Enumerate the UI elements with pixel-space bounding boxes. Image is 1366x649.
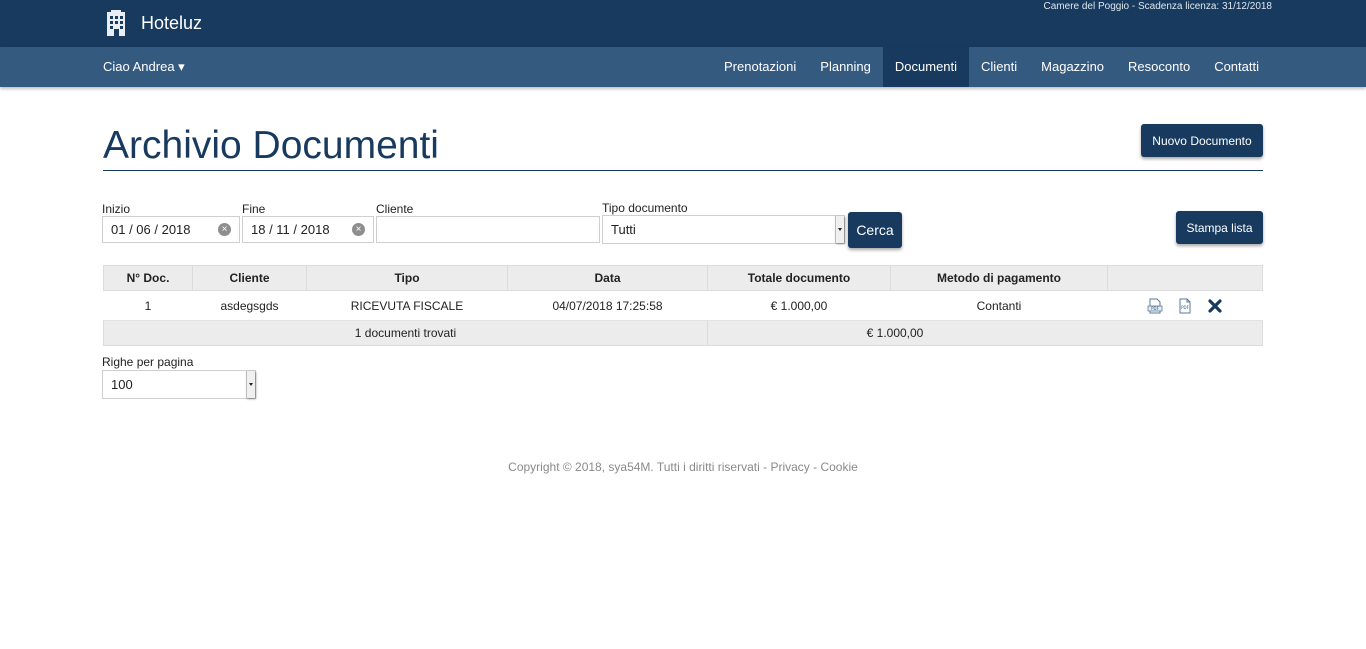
table-summary-row: 1 documenti trovati € 1.000,00 <box>103 320 1263 346</box>
nav-bar: Ciao Andrea ▾ Prenotazioni Planning Docu… <box>0 47 1366 87</box>
nav-item-contatti[interactable]: Contatti <box>1202 47 1271 87</box>
col-date[interactable]: Data <box>507 265 708 291</box>
nav-item-prenotazioni[interactable]: Prenotazioni <box>712 47 808 87</box>
nav-item-resoconto[interactable]: Resoconto <box>1116 47 1202 87</box>
print-list-button[interactable]: Stampa lista <box>1176 211 1263 244</box>
pdf-download-icon[interactable]: PDF <box>1177 298 1193 314</box>
doc-type-label: Tipo documento <box>602 201 688 215</box>
col-doc-number[interactable]: N° Doc. <box>103 265 193 291</box>
rows-per-page-select[interactable]: 100 <box>102 370 256 399</box>
footer-separator: - <box>809 460 821 474</box>
cell-doc-number: 1 <box>103 290 193 321</box>
footer-separator: - <box>759 460 771 474</box>
nav-item-clienti[interactable]: Clienti <box>969 47 1029 87</box>
cell-type: RICEVUTA FISCALE <box>306 290 508 321</box>
cell-client: asdegsgds <box>192 290 307 321</box>
start-date-value: 01 / 06 / 2018 <box>111 222 191 237</box>
clear-end-date-icon[interactable]: × <box>352 223 365 236</box>
search-button[interactable]: Cerca <box>848 212 902 248</box>
cell-date: 04/07/2018 17:25:58 <box>507 290 708 321</box>
app-name: Hoteluz <box>141 12 203 33</box>
table-row[interactable]: 1 asdegsgds RICEVUTA FISCALE 04/07/2018 … <box>103 290 1263 321</box>
svg-text:PDF: PDF <box>1181 305 1189 310</box>
page-title: Archivio Documenti <box>103 124 439 167</box>
end-date-input[interactable]: 18 / 11 / 2018 × <box>242 216 374 243</box>
cookie-link[interactable]: Cookie <box>820 460 857 474</box>
nav-item-planning[interactable]: Planning <box>808 47 883 87</box>
delete-icon[interactable] <box>1207 298 1223 314</box>
doc-type-select[interactable]: Tutti <box>602 215 845 244</box>
col-type[interactable]: Tipo <box>306 265 508 291</box>
nav-items: Prenotazioni Planning Documenti Clienti … <box>712 47 1271 87</box>
svg-text:PDF: PDF <box>1151 306 1159 311</box>
chevron-down-icon <box>246 371 255 398</box>
rows-per-page-value: 100 <box>111 377 133 392</box>
cell-actions: PDF PDF <box>1107 290 1263 321</box>
documents-total-sum: € 1.000,00 <box>707 320 1263 346</box>
col-actions <box>1107 265 1263 291</box>
copyright-text: Copyright © 2018, sya54M. Tutti i diritt… <box>508 460 760 474</box>
client-label: Cliente <box>376 202 414 216</box>
table-header-row: N° Doc. Cliente Tipo Data Totale documen… <box>103 265 1263 291</box>
brand[interactable]: Hoteluz <box>105 10 202 36</box>
page-footer: Copyright © 2018, sya54M. Tutti i diritt… <box>0 460 1366 474</box>
start-date-input[interactable]: 01 / 06 / 2018 × <box>102 216 240 243</box>
documents-found-count: 1 documenti trovati <box>103 320 708 346</box>
title-divider <box>103 170 1263 171</box>
hotel-building-icon <box>107 10 125 36</box>
rows-per-page-label: Righe per pagina <box>102 355 194 369</box>
license-info: Camere del Poggio - Scadenza licenza: 31… <box>1043 1 1272 12</box>
col-client[interactable]: Cliente <box>192 265 307 291</box>
start-date-label: Inizio <box>102 202 131 216</box>
col-total[interactable]: Totale documento <box>707 265 891 291</box>
doc-type-value: Tutti <box>611 222 636 237</box>
privacy-link[interactable]: Privacy <box>770 460 809 474</box>
clear-start-date-icon[interactable]: × <box>218 223 231 236</box>
cell-total: € 1.000,00 <box>707 290 891 321</box>
col-payment[interactable]: Metodo di pagamento <box>890 265 1108 291</box>
new-document-button[interactable]: Nuovo Documento <box>1141 124 1263 157</box>
end-date-value: 18 / 11 / 2018 <box>251 222 330 237</box>
top-bar: Hoteluz Camere del Poggio - Scadenza lic… <box>0 0 1366 47</box>
documents-table: N° Doc. Cliente Tipo Data Totale documen… <box>103 265 1263 346</box>
nav-item-magazzino[interactable]: Magazzino <box>1029 47 1116 87</box>
client-input[interactable] <box>376 216 600 243</box>
end-date-label: Fine <box>242 202 266 216</box>
cell-payment: Contanti <box>890 290 1108 321</box>
nav-item-documenti[interactable]: Documenti <box>882 47 970 87</box>
chevron-down-icon <box>835 216 844 243</box>
user-menu[interactable]: Ciao Andrea ▾ <box>103 59 185 75</box>
pdf-preview-icon[interactable]: PDF <box>1147 298 1163 314</box>
